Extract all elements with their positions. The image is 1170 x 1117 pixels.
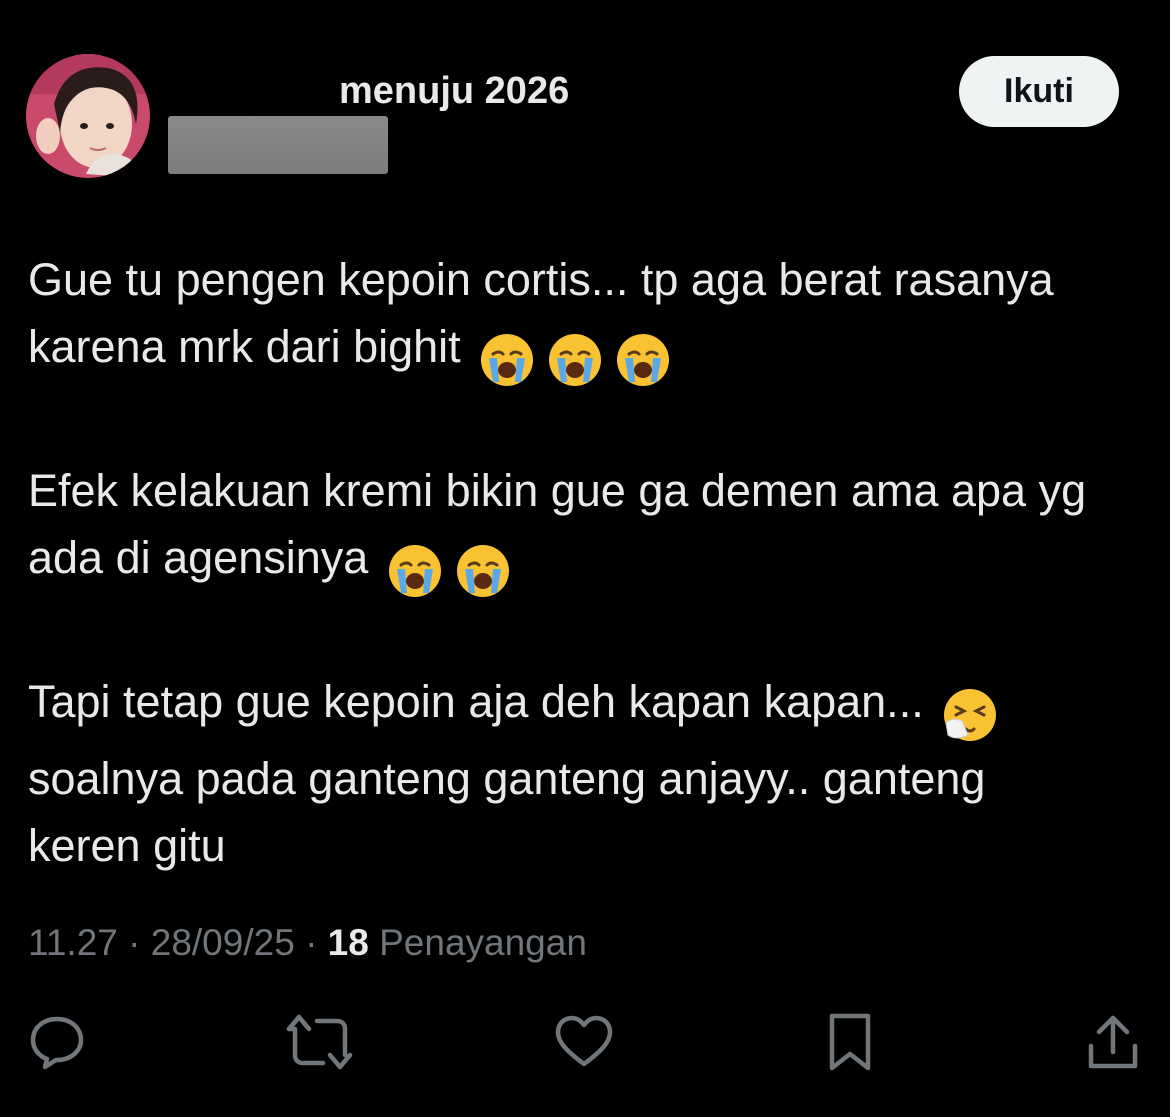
tweet-paragraph-2: Efek kelakuan kremi bikin gue ga demen a… xyxy=(28,457,1148,601)
loudly-crying-face-icon xyxy=(388,545,441,598)
meta-separator: · xyxy=(305,922,318,963)
loudly-crying-face-icon xyxy=(456,545,509,598)
sneezing-emoji-group xyxy=(942,678,1010,745)
avatar[interactable] xyxy=(26,54,150,178)
tweet-text: Gue tu pengen kepoin cortis... tp aga be… xyxy=(28,246,1148,879)
tweet-line: soalnya pada ganteng ganteng anjayy.. ga… xyxy=(28,753,986,804)
tweet-meta: 11.27 · 28/09/25 · 18 Penayangan xyxy=(28,920,587,966)
action-bar xyxy=(0,1010,1170,1080)
views-count: 18 xyxy=(327,922,369,963)
like-button[interactable] xyxy=(549,1010,619,1074)
retweet-icon xyxy=(286,1014,353,1070)
reply-icon xyxy=(30,1016,84,1070)
loudly-crying-face-icon xyxy=(549,334,602,387)
share-icon xyxy=(1088,1015,1138,1069)
share-button[interactable] xyxy=(1078,1010,1148,1074)
tweet-paragraph-1: Gue tu pengen kepoin cortis... tp aga be… xyxy=(28,246,1148,390)
retweet-button[interactable] xyxy=(285,1010,355,1074)
like-icon xyxy=(555,1015,613,1067)
tweet-line: Tapi tetap gue kepoin aja deh kapan kapa… xyxy=(28,676,924,727)
sneezing-face-icon xyxy=(944,689,997,742)
follow-button[interactable]: Ikuti xyxy=(959,56,1119,127)
loudly-crying-emoji-group xyxy=(479,323,683,390)
tweet-date: 28/09/25 xyxy=(150,922,295,963)
avatar-image xyxy=(26,54,150,178)
bookmark-button[interactable] xyxy=(815,1010,885,1074)
meta-separator: · xyxy=(128,922,141,963)
tweet-line: Efek kelakuan kremi bikin gue ga demen a… xyxy=(28,465,1087,516)
tweet-paragraph-3: Tapi tetap gue kepoin aja deh kapan kapa… xyxy=(28,668,1148,879)
tweet-line: Gue tu pengen kepoin cortis... tp aga be… xyxy=(28,254,1054,305)
loudly-crying-face-icon xyxy=(617,334,670,387)
views-label: Penayangan xyxy=(379,922,587,963)
display-name[interactable]: menuju 2026 xyxy=(339,68,569,114)
tweet-line: karena mrk dari bighit xyxy=(28,321,461,372)
reply-button[interactable] xyxy=(22,1010,92,1074)
bookmark-icon xyxy=(829,1013,871,1071)
tweet-time: 11.27 xyxy=(28,922,118,963)
tweet-line: ada di agensinya xyxy=(28,532,369,583)
tweet-line: keren gitu xyxy=(28,820,226,871)
loudly-crying-emoji-group xyxy=(387,534,523,601)
loudly-crying-face-icon xyxy=(481,334,534,387)
handle-redaction xyxy=(168,116,388,174)
